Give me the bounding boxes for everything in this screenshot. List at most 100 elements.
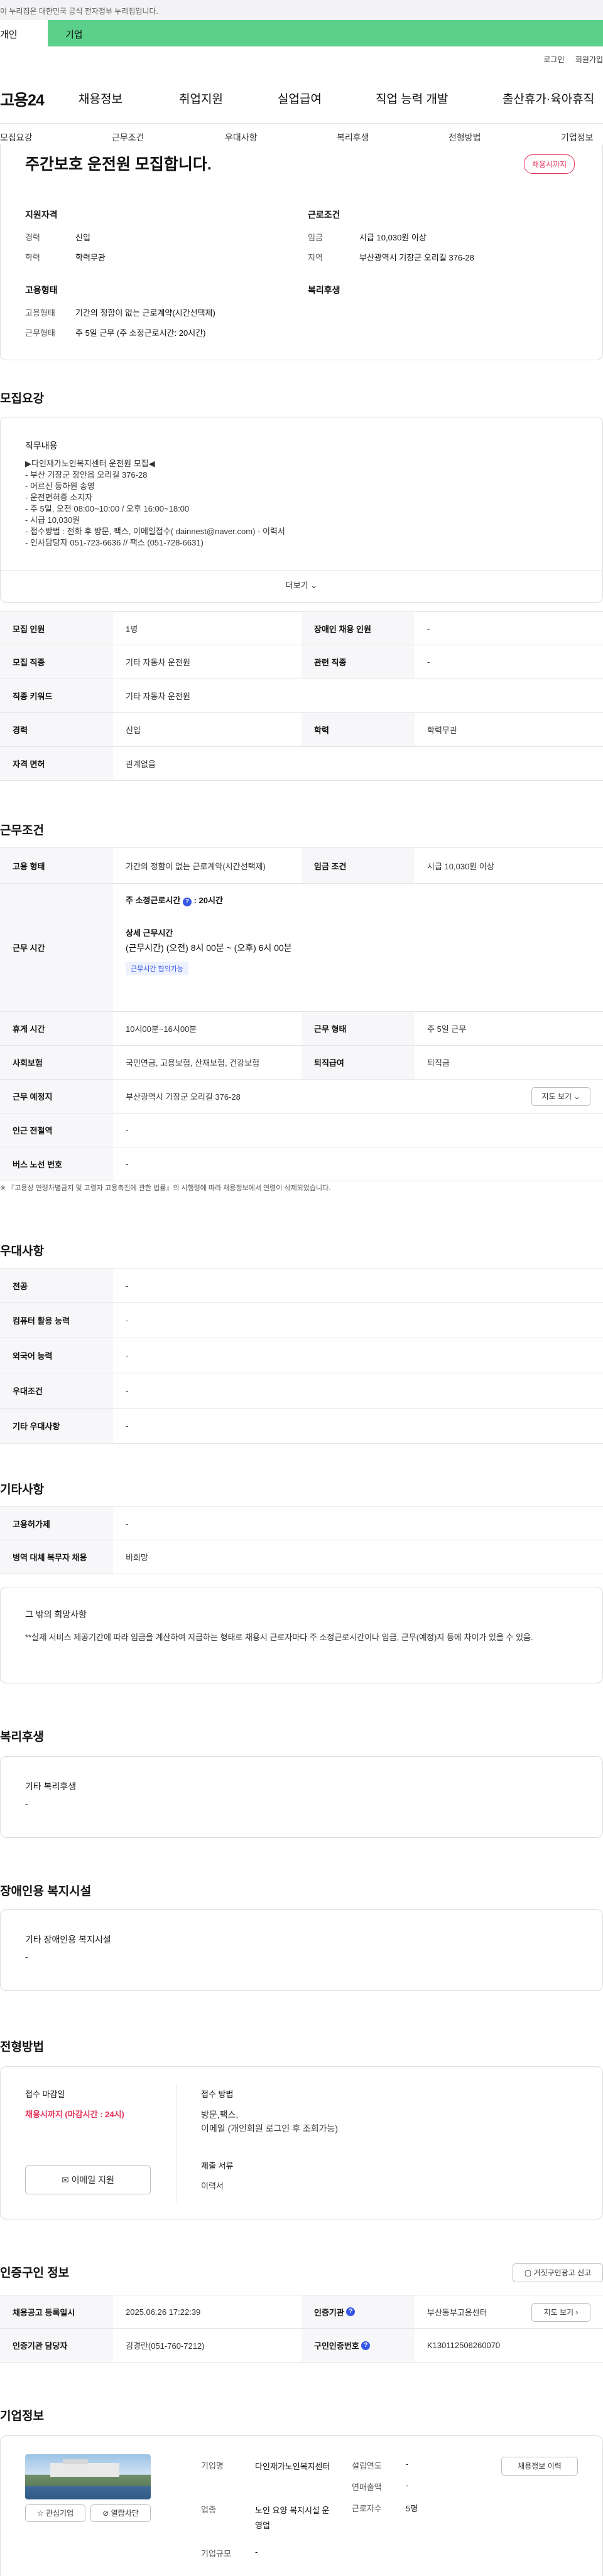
- edu-label: 학력: [25, 253, 40, 262]
- job-title: 주간보호 운전원 모집합니다.: [25, 156, 212, 173]
- cond-emp-value: 기간의 정함이 없는 근로계약(시간선택제): [126, 861, 266, 871]
- cert-map-button[interactable]: 지도 보기 ›: [531, 2303, 590, 2322]
- cond-wage-value: 시급 10,030원 이상: [427, 861, 494, 871]
- pref-value: -: [126, 1280, 129, 1291]
- career-label: 경력: [25, 233, 40, 242]
- gnb-item-training[interactable]: 직업 능력 개발: [376, 90, 448, 107]
- gov-banner: 이 누리집은 대한민국 공식 전자정부 누리집입니다.: [0, 0, 603, 20]
- selection-section-title: 전형방법: [0, 2041, 44, 2054]
- gnb-item-leave[interactable]: 출산휴가·육아휴직: [503, 90, 594, 107]
- gnb-item-employment-support[interactable]: 취업지원: [179, 90, 223, 107]
- cond-subway-value: -: [126, 1125, 129, 1135]
- gov-banner-text: 이 누리집은 대한민국 공식 전자정부 누리집입니다.: [0, 7, 158, 16]
- qual-heading: 지원자격: [25, 210, 58, 220]
- join-link[interactable]: 회원가입: [575, 55, 603, 64]
- cert-manager-value: 김경란(051-760-7212): [126, 2341, 205, 2351]
- welfare-box-title: 기타 복리후생: [25, 1781, 77, 1791]
- recruit-row: 자격 면허 관계없음: [0, 747, 603, 781]
- welfare-heading: 복리후생: [308, 285, 340, 295]
- cond-row-bus: 버스 노선 번호 -: [0, 1147, 603, 1181]
- block-icon: ⊘: [102, 2509, 109, 2518]
- cond-subway-label: 인근 전철역: [0, 1114, 113, 1147]
- tab-individual[interactable]: 개인: [0, 20, 48, 46]
- wage-label: 임금: [308, 233, 323, 242]
- cond-break-value: 10시00분~16시00분: [126, 1024, 197, 1034]
- employees-label: 근로자수: [352, 2504, 382, 2513]
- job-history-button[interactable]: 채용정보 이력: [501, 2457, 578, 2476]
- block-company-button[interactable]: ⊘ 열람차단: [90, 2504, 151, 2522]
- report-button[interactable]: ▢ 거짓구인광고 신고: [513, 2263, 603, 2282]
- recruit-key: 경력: [0, 713, 113, 746]
- cond-place-label: 근무 예정지: [0, 1080, 113, 1113]
- pref-row: 전공 -: [0, 1268, 603, 1303]
- recruit-key: 모집 직종: [0, 645, 113, 679]
- info-icon[interactable]: ?: [182, 898, 192, 906]
- disabled-section-title: 장애인용 복지시설: [0, 1885, 92, 1898]
- report-button-label: 거짓구인광고 신고: [533, 2268, 592, 2277]
- tab-corporate[interactable]: 기업: [65, 28, 83, 41]
- cert-section-title: 인증구인 정보: [0, 2267, 70, 2280]
- pref-value: -: [126, 1316, 129, 1325]
- cert-org-value: 부산동부고용센터: [427, 2307, 487, 2317]
- deadline-value: 채용시까지 (마감시간 : 24시): [25, 2110, 124, 2119]
- info-icon[interactable]: ?: [346, 2307, 356, 2316]
- subnav-conditions[interactable]: 근무조건: [112, 131, 144, 144]
- etc-section-title: 기타사항: [0, 1483, 44, 1496]
- cond-row-subway: 인근 전철역 -: [0, 1114, 603, 1147]
- recruit-row: 모집 직종 기타 자동차 운전원 관련 직종 -: [0, 645, 603, 679]
- detail-hours-title: 상세 근무시간: [126, 928, 173, 938]
- recruit-value-2: -: [427, 623, 430, 633]
- favorite-company-button[interactable]: ☆ 관심기업: [25, 2504, 85, 2522]
- disabled-card: [0, 1909, 603, 1991]
- method-value: 방문,팩스, 이메일 (개인회원 로그인 후 조회가능): [201, 2110, 339, 2133]
- weekly-hours-label: 주 소정근로시간: [126, 896, 181, 905]
- cert-no-value: K130112506260070: [427, 2341, 501, 2350]
- emp-label: 고용형태: [25, 308, 55, 318]
- recruit-row: 경력 신입 학력 학력무관: [0, 713, 603, 747]
- info-icon[interactable]: ?: [361, 2341, 371, 2350]
- cond-row-emp: 고용 형태 기간의 정함이 없는 근로계약(시간선택제) 임금 조건 시급 10…: [0, 847, 603, 884]
- cond-row-place: 근무 예정지 부산광역시 기장군 오리길 376-28 지도 보기 ⌄: [0, 1080, 603, 1114]
- duty-text: ▶다인재가노인복지센터 운전원 모집◀ - 부산 기장군 장안읍 오리길 376…: [25, 459, 285, 547]
- gnb-item-unemployment[interactable]: 실업급여: [278, 90, 322, 107]
- pref-key: 전공: [0, 1269, 113, 1302]
- cond-hours-label: 근무 시간: [0, 884, 113, 1011]
- industry-value: 노인 요양 복지시설 운영업: [255, 2506, 330, 2530]
- gnb-item-jobs[interactable]: 채용정보: [79, 90, 122, 107]
- map-button-label: 지도 보기: [541, 1092, 572, 1101]
- favorite-label: 관심기업: [45, 2509, 74, 2518]
- etc-key: 고용허가제: [0, 1507, 113, 1540]
- etc-row: 고용허가제 -: [0, 1506, 603, 1540]
- pref-value: -: [126, 1421, 129, 1430]
- weekly-hours-value: 20시간: [198, 896, 223, 905]
- login-link[interactable]: 로그인: [543, 55, 564, 64]
- subnav-selection[interactable]: 전형방법: [448, 131, 481, 144]
- recruit-row: 직종 키워드 기타 자동차 운전원: [0, 679, 603, 713]
- pref-row: 기타 우대사항 -: [0, 1409, 603, 1444]
- subnav-recruit[interactable]: 모집요강: [0, 131, 33, 144]
- pref-key: 외국어 능력: [0, 1338, 113, 1373]
- util-links: 로그인 회원가입: [535, 54, 603, 65]
- size-label: 기업규모: [201, 2549, 231, 2558]
- more-button[interactable]: 더보기 ⌄: [0, 579, 603, 591]
- deadline-label: 접수 마감일: [25, 2090, 65, 2099]
- region-value: 부산광역시 기장군 오리길 376-28: [359, 253, 474, 262]
- welfare-box-value: -: [25, 1799, 28, 1808]
- subnav-preference[interactable]: 우대사항: [225, 131, 258, 144]
- cond-heading: 근로조건: [308, 210, 340, 220]
- worktype-value: 주 5일 근무 (주 소정근로시간: 20시간): [75, 328, 206, 338]
- disabled-box-value: -: [25, 1952, 28, 1962]
- subnav-welfare[interactable]: 복리후생: [337, 131, 369, 144]
- region-label: 지역: [308, 253, 323, 262]
- subnav-company[interactable]: 기업정보: [561, 131, 594, 144]
- pref-row: 컴퓨터 활용 능력 -: [0, 1303, 603, 1338]
- email-apply-button[interactable]: ✉ 이메일 지원: [25, 2165, 151, 2194]
- recruit-row: 모집 인원 1명 장애인 채용 인원 -: [0, 611, 603, 645]
- hours-chip: 근무시간 협의가능: [126, 962, 189, 975]
- cond-row-insurance: 사회보험 국민연금, 고용보험, 산재보험, 건강보험 퇴직급여 퇴직금: [0, 1046, 603, 1080]
- site-logo[interactable]: 고용24: [0, 88, 45, 110]
- size-value: -: [255, 2547, 258, 2557]
- welfare-card: [0, 1756, 603, 1838]
- company-name-label: 기업명: [201, 2461, 224, 2471]
- map-button[interactable]: 지도 보기 ⌄: [531, 1087, 590, 1106]
